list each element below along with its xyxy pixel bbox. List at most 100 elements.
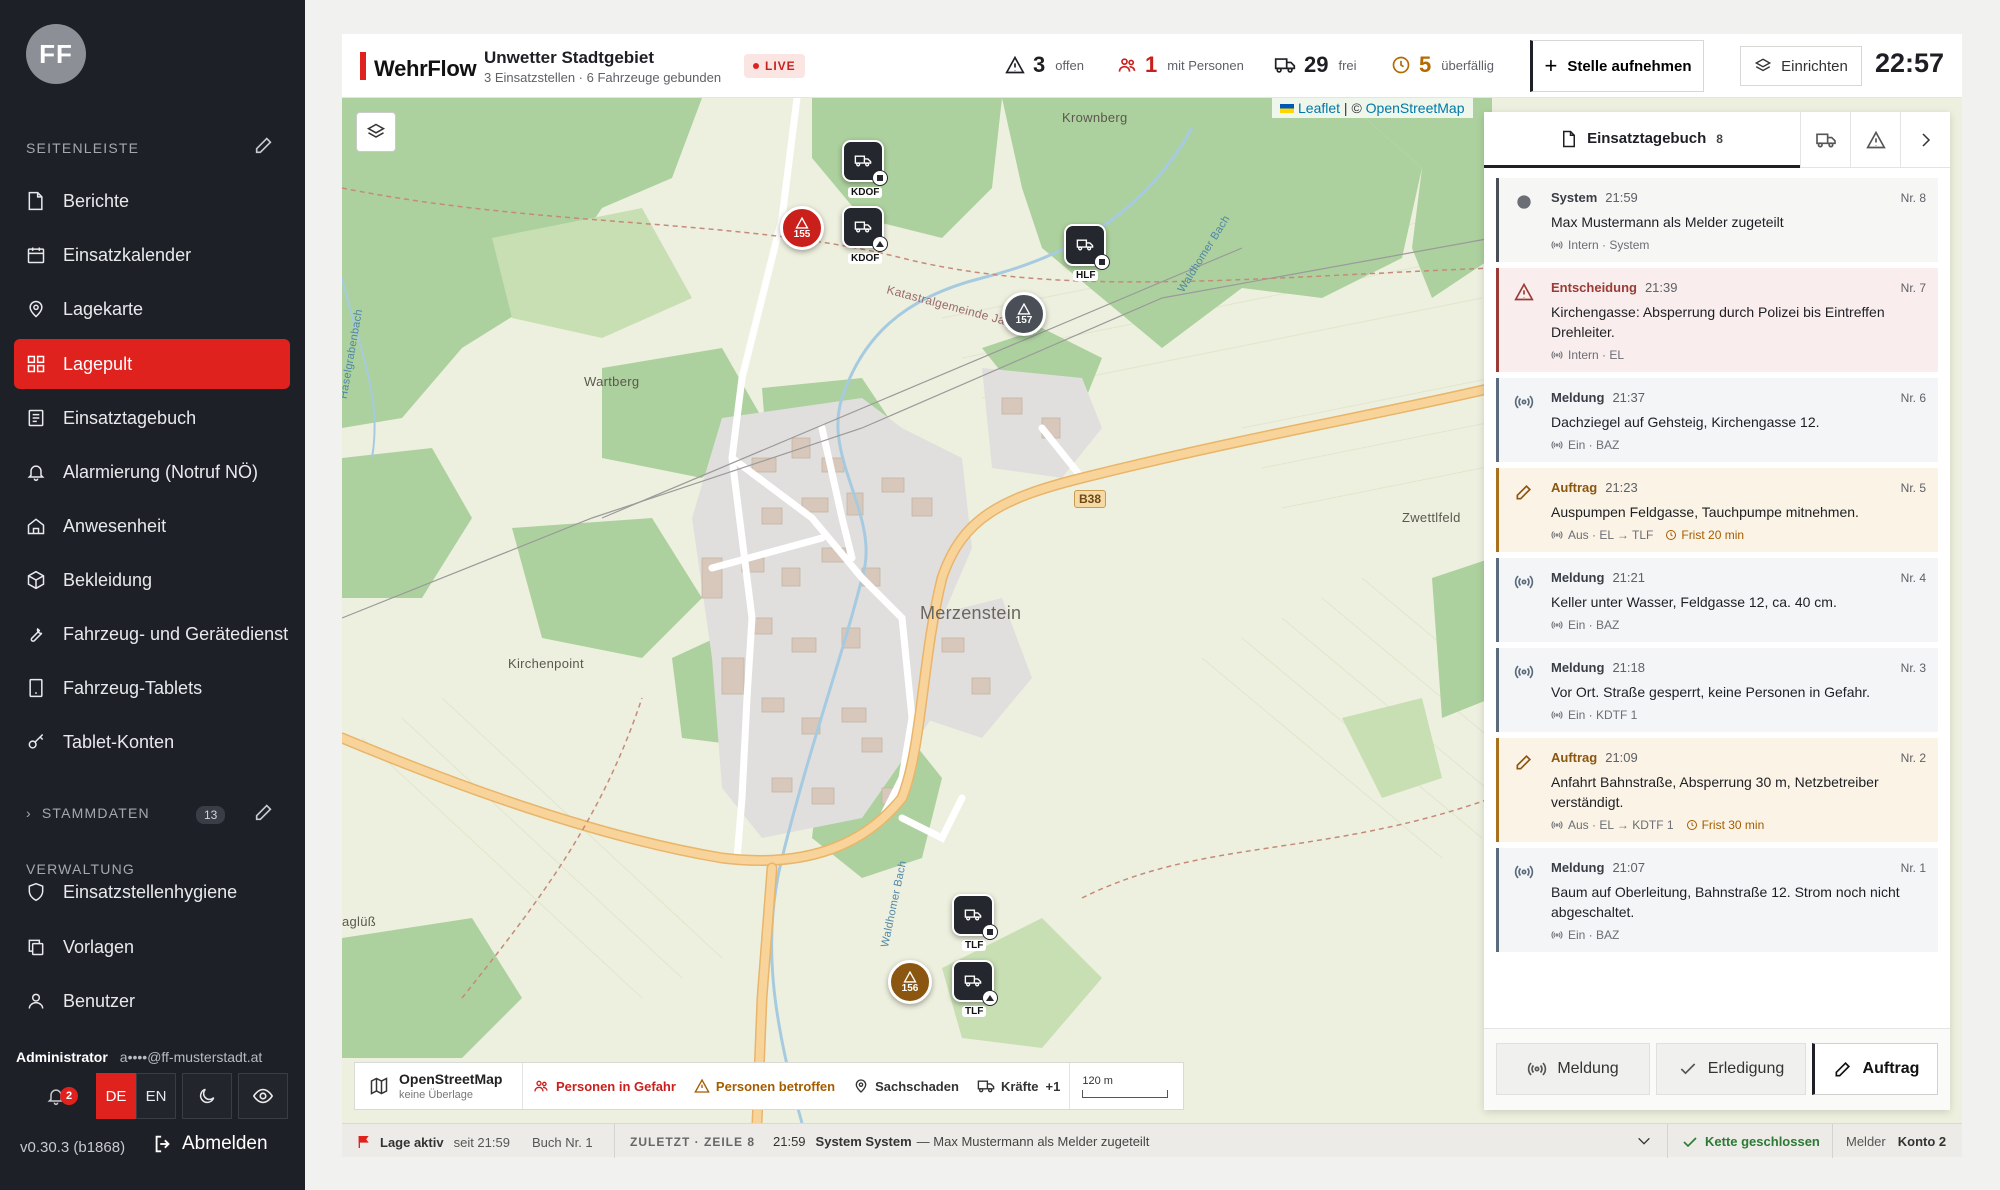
- entry-type: Meldung: [1551, 570, 1605, 585]
- view-toggle-button[interactable]: [238, 1073, 288, 1119]
- lang-en-button[interactable]: EN: [136, 1073, 176, 1119]
- logbook-entry[interactable]: Meldung 21:18 Nr. 3 Vor Ort. Straße gesperr…: [1496, 648, 1938, 732]
- stelle-aufnehmen-button[interactable]: + Stelle aufnehmen: [1530, 40, 1704, 92]
- entry-number: Nr. 8: [1900, 191, 1926, 205]
- logout-button[interactable]: Abmelden: [152, 1133, 268, 1155]
- incident-number-155: 155: [793, 228, 811, 240]
- stammdaten-toggle[interactable]: › STAMMDATEN: [26, 805, 150, 821]
- sidebar-item-einsatztagebuch[interactable]: Einsatztagebuch: [14, 393, 290, 443]
- panel-collapse-button[interactable]: [1900, 112, 1950, 168]
- vehicle-label-tlf-1: TLF: [962, 940, 987, 951]
- clock-icon: [1392, 56, 1410, 74]
- entry-time: 21:09: [1605, 750, 1638, 765]
- basemap-title: OpenStreetMap: [399, 1071, 503, 1087]
- warning-icon: [1514, 282, 1534, 302]
- chevron-down-icon[interactable]: [1636, 1134, 1652, 1148]
- add-auftrag-button[interactable]: Auftrag: [1812, 1043, 1938, 1095]
- legend-kraefte[interactable]: Kräfte +1: [968, 1063, 1069, 1109]
- vehicle-marker-kdof-1[interactable]: [842, 140, 888, 186]
- edit-stammdaten-icon[interactable]: [253, 801, 275, 823]
- warning-icon: [1017, 302, 1031, 315]
- entry-text: Auspumpen Feldgasse, Tauchpumpe mitnehme…: [1551, 504, 1859, 520]
- sidebar-item-label: Lagepult: [63, 353, 133, 374]
- logbook-entry[interactable]: Entscheidung 21:39 Nr. 7 Kirchengasse: Absp…: [1496, 268, 1938, 372]
- entry-header: Meldung 21:07: [1551, 860, 1926, 875]
- sidebar-item-fahrzeug-tablets[interactable]: Fahrzeug-Tablets: [14, 663, 290, 713]
- basemap-selector[interactable]: OpenStreetMap keine Überlage: [355, 1063, 523, 1109]
- add-meldung-button[interactable]: Meldung: [1496, 1043, 1650, 1095]
- melder-account[interactable]: Melder Konto 2: [1846, 1134, 1946, 1149]
- avatar[interactable]: FF: [26, 24, 86, 84]
- tab-einsatzstellen[interactable]: [1850, 112, 1900, 168]
- sidebar-item-lagekarte[interactable]: Lagekarte: [14, 284, 290, 334]
- map-legend: OpenStreetMap keine Überlage Personen in …: [354, 1062, 1184, 1110]
- radio-icon: [1551, 931, 1563, 939]
- vehicle-marker-kdof-2[interactable]: [842, 206, 888, 252]
- last-entry-text: — Max Mustermann als Melder zugeteilt: [916, 1134, 1150, 1149]
- sidebar-item-tablet-konten[interactable]: Tablet-Konten: [14, 717, 290, 767]
- logbook-entry[interactable]: System 21:59 Nr. 8 Max Mustermann als Melde…: [1496, 178, 1938, 262]
- entry-time: 21:18: [1612, 660, 1645, 675]
- stat-frei[interactable]: 29 frei: [1274, 52, 1357, 78]
- legend-personen-betroffen[interactable]: Personen betroffen: [685, 1063, 844, 1109]
- sidebar-item-label: Fahrzeug- und Gerätedienst: [63, 623, 289, 644]
- entry-number: Nr. 6: [1900, 391, 1926, 405]
- sidebar-item-einsatzkalender[interactable]: Einsatzkalender: [14, 230, 290, 280]
- dark-mode-button[interactable]: [182, 1073, 232, 1119]
- vehicle-marker-hlf[interactable]: [1064, 224, 1110, 270]
- map-pin-icon: [855, 1079, 867, 1093]
- tab-einsatztagebuch[interactable]: Einsatztagebuch 8: [1484, 112, 1800, 168]
- leaflet-link[interactable]: Leaflet: [1298, 100, 1340, 116]
- entry-meta-text: Intern · EL: [1568, 348, 1625, 362]
- vehicle-label-kdof-1: KDOF: [848, 187, 883, 198]
- stat-offen-label: offen: [1055, 57, 1084, 73]
- sidebar-item-fahrzeug-und-gerätedienst[interactable]: Fahrzeug- und Gerätedienst: [14, 609, 290, 659]
- sidebar-controls: 2 DE EN: [16, 1073, 302, 1119]
- add-auftrag-label: Auftrag: [1862, 1060, 1920, 1077]
- incident-pin-157[interactable]: 157: [1002, 292, 1046, 336]
- lage-seit: seit 21:59: [453, 1134, 510, 1150]
- logbook-entry[interactable]: Auftrag 21:09 Nr. 2 Anfahrt Bahnstraße, Abs…: [1496, 738, 1938, 842]
- legend-sachschaden[interactable]: Sachschaden: [844, 1063, 968, 1109]
- sidebar-admin-item-benutzer[interactable]: Benutzer: [14, 976, 290, 1026]
- map-layers-button[interactable]: [356, 112, 396, 152]
- logbook-entry[interactable]: Meldung 21:37 Nr. 6 Dachziegel auf Gehsteig…: [1496, 378, 1938, 462]
- edit-sidebar-icon[interactable]: [253, 134, 275, 156]
- entry-number: Nr. 7: [1900, 281, 1926, 295]
- sidebar-admin-item-vorlagen[interactable]: Vorlagen: [14, 922, 290, 972]
- ukraine-flag-icon: [1280, 104, 1294, 113]
- vehicle-marker-tlf-2[interactable]: [952, 960, 998, 1006]
- logbook-entry[interactable]: Meldung 21:21 Nr. 4 Keller unter Wasser, Fe…: [1496, 558, 1938, 642]
- incident-pin-156[interactable]: 156: [888, 960, 932, 1004]
- sidebar-item-anwesenheit[interactable]: Anwesenheit: [14, 501, 290, 551]
- entry-text: Baum auf Oberleitung, Bahnstraße 12. Str…: [1551, 884, 1900, 920]
- add-erledigung-button[interactable]: Erledigung: [1656, 1043, 1806, 1095]
- osm-link[interactable]: OpenStreetMap: [1366, 100, 1465, 116]
- entry-text: Dachziegel auf Gehsteig, Kirchengasse 12…: [1551, 414, 1820, 430]
- logbook-entry[interactable]: Auftrag 21:23 Nr. 5 Auspumpen Feldgasse, Ta…: [1496, 468, 1938, 552]
- einrichten-button[interactable]: Einrichten: [1740, 46, 1862, 86]
- lang-de-button[interactable]: DE: [96, 1073, 136, 1119]
- sidebar-admin-item-einsatzstellenhygiene[interactable]: Einsatzstellenhygiene: [14, 867, 290, 917]
- incident-pin-155[interactable]: 155: [780, 206, 824, 250]
- map-view[interactable]: Leaflet | © OpenStreetMap Krownberg Wart…: [342, 98, 1962, 1123]
- entry-meta: Intern · System: [1551, 238, 1926, 252]
- vehicle-marker-tlf-1[interactable]: [952, 894, 998, 940]
- einrichten-label: Einrichten: [1781, 57, 1848, 75]
- logbook-entry[interactable]: Meldung 21:07 Nr. 1 Baum auf Oberleitung, B…: [1496, 848, 1938, 952]
- check-icon: [1680, 1063, 1696, 1075]
- tab-fahrzeuge[interactable]: [1800, 112, 1850, 168]
- sidebar-item-lagepult[interactable]: Lagepult: [14, 339, 290, 389]
- sidebar-item-bekleidung[interactable]: Bekleidung: [14, 555, 290, 605]
- place-zwettlfeld: Zwettlfeld: [1402, 510, 1461, 525]
- user-icon: [26, 991, 46, 1011]
- notifications-button[interactable]: 2: [16, 1073, 96, 1119]
- stat-ueberfaellig[interactable]: 5 überfällig: [1391, 52, 1494, 78]
- sidebar-item-alarmierung-notruf-nö[interactable]: Alarmierung (Notruf NÖ): [14, 447, 290, 497]
- sidebar-item-berichte[interactable]: Berichte: [14, 176, 290, 226]
- stat-personen[interactable]: 1 mit Personen: [1117, 52, 1244, 78]
- last-entry[interactable]: ZULETZT · ZEILE 8 21:59 System System — …: [630, 1134, 1149, 1149]
- user-role: Administrator: [16, 1049, 108, 1065]
- stat-offen[interactable]: 3 offen: [1005, 52, 1084, 78]
- legend-personen-in-gefahr[interactable]: Personen in Gefahr: [523, 1063, 685, 1109]
